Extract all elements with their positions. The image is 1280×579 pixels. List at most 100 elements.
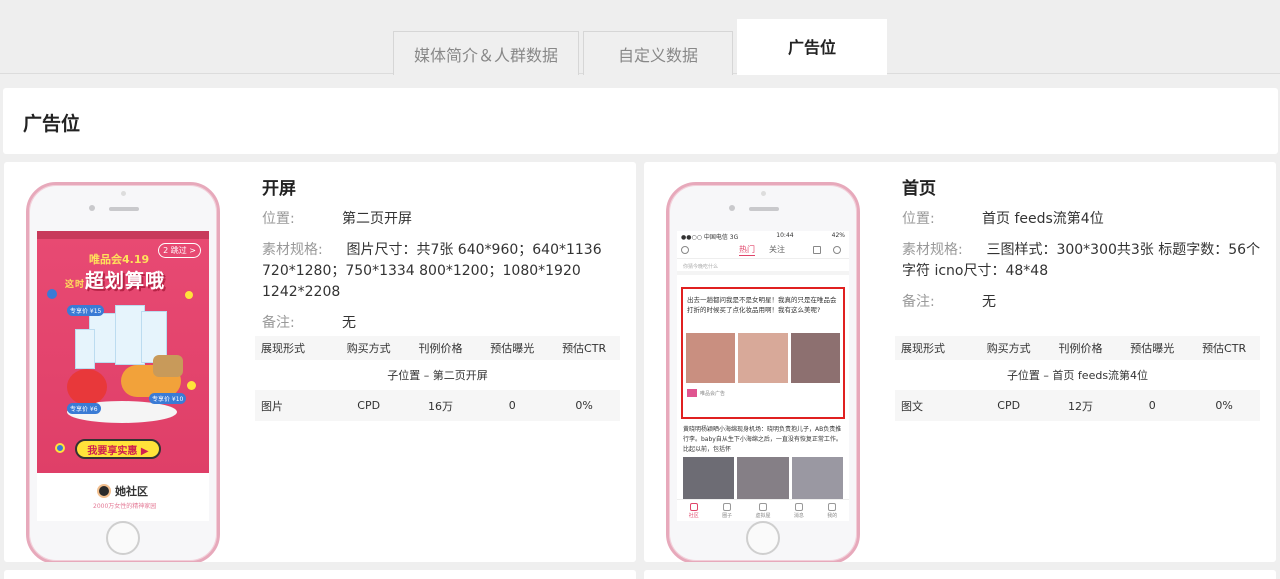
nav-messages: 消息 <box>794 502 804 519</box>
splash-brand: 唯品会4.19 <box>89 253 150 266</box>
app-slogan: 2000万女性的精神家园 <box>93 503 157 510</box>
bottom-nav: 社区 圈子 虚拟屋 消息 我的 <box>677 499 849 521</box>
ad-card-next <box>4 570 636 579</box>
ad-footer: 唯品会广告 <box>683 383 843 403</box>
phone-mockup: 2 跳过 > 唯品会4.19 这时超划算哦 专享价 ¥15 专享价 ¥6 专享价… <box>26 182 220 562</box>
home-button <box>746 521 780 555</box>
note-row: 备注: 无 <box>902 292 1262 313</box>
ad-post-text: 出去一趟都问我是不是女明星！我真的只是在唯品会打折的时候买了点化妆品用啊！我有这… <box>687 296 837 314</box>
tab-ad-slots[interactable]: 广告位 <box>737 19 887 75</box>
phone-speaker <box>109 207 139 211</box>
note-label: 备注: <box>902 294 935 310</box>
circle-icon <box>723 502 732 511</box>
splash-cta-button: 我要享实惠 ▶ <box>75 439 161 459</box>
col-purchase-method: 购买方式 <box>346 342 391 355</box>
decor-dot <box>187 381 196 390</box>
spec-label: 素材规格: <box>902 242 963 258</box>
col-list-price: 刊例价格 <box>418 342 463 355</box>
tab-media-intro[interactable]: 媒体简介＆人群数据 <box>393 31 579 75</box>
nav-me: 我的 <box>827 502 837 519</box>
feed-user-row: 你猜今晚吃什么 <box>677 259 849 275</box>
pricing-table: 展现形式 购买方式 刊例价格 预估曝光 预估CTR 子位置 – 第二页开屏 图片… <box>255 336 620 421</box>
position-value: 第二页开屏 <box>342 211 412 227</box>
ad-image <box>686 333 736 383</box>
nav-community: 社区 <box>689 502 699 519</box>
home-button <box>106 521 140 555</box>
ad-title: 首页 <box>902 179 936 199</box>
phone-sensor <box>121 191 126 196</box>
ad-card-homepage: ●●○○ 中国电信 3G 10:44 42% 热门 关注 你猜今晚吃什么 出去一… <box>644 162 1276 562</box>
app-logo: 她社区 <box>97 483 148 499</box>
splash-footer: 她社区 2000万女性的精神家园 <box>37 473 209 521</box>
splash-ad-image: 2 跳过 > 唯品会4.19 这时超划算哦 专享价 ¥15 专享价 ¥6 专享价… <box>37 231 209 473</box>
sub-position-row: 子位置 – 首页 feeds流第4位 <box>895 360 1260 390</box>
ad-card-next <box>644 570 1276 579</box>
feed-navbar: 热门 关注 <box>677 241 849 259</box>
col-est-ctr: 预估CTR <box>1202 342 1247 355</box>
snack-image <box>153 355 183 377</box>
sub-position-row: 子位置 – 第二页开屏 <box>255 360 620 390</box>
col-est-ctr: 预估CTR <box>562 342 607 355</box>
section-title: 广告位 <box>23 113 81 135</box>
post-image <box>737 457 789 499</box>
ad-image <box>738 333 788 383</box>
col-est-exposure: 预估曝光 <box>1130 342 1175 355</box>
splash-screen-preview: 2 跳过 > 唯品会4.19 这时超划算哦 专享价 ¥15 专享价 ¥6 专享价… <box>37 231 209 521</box>
col-display-format: 展现形式 <box>901 342 945 355</box>
message-icon <box>794 502 803 511</box>
decor-dot <box>47 289 57 299</box>
note-value: 无 <box>342 315 356 331</box>
spec-row: 素材规格: 三图样式：300*300共3张 标题字数：56个字符 icno尺寸：… <box>902 240 1262 282</box>
phone-sensor <box>761 191 766 196</box>
ad-card-splash: 2 跳过 > 唯品会4.19 这时超划算哦 专享价 ¥15 专享价 ¥6 专享价… <box>4 162 636 562</box>
post-image <box>791 457 843 499</box>
refresh-icon <box>833 245 841 254</box>
table-row: 图片 CPD 16万 0 0% <box>255 390 620 421</box>
table-header: 展现形式 购买方式 刊例价格 预估曝光 预估CTR <box>255 336 620 360</box>
col-est-exposure: 预估曝光 <box>490 342 535 355</box>
col-purchase-method: 购买方式 <box>986 342 1031 355</box>
phone-camera <box>89 205 95 211</box>
skip-badge: 2 跳过 > <box>158 243 201 258</box>
decor-dot <box>55 443 65 453</box>
position-label: 位置: <box>262 211 295 227</box>
position-row: 位置: 首页 feeds流第4位 <box>902 209 1262 230</box>
community-icon <box>689 502 698 511</box>
ad-brand-icon <box>687 389 697 397</box>
splash-headline: 这时超划算哦 <box>65 270 166 292</box>
spec-row: 素材规格: 图片尺寸：共7张 640*960；640*1136 720*1280… <box>262 240 622 303</box>
ad-info: 开屏 位置: 第二页开屏 素材规格: 图片尺寸：共7张 640*960；640*… <box>262 174 622 344</box>
tab-custom-data[interactable]: 自定义数据 <box>583 31 733 75</box>
phone-camera <box>729 205 735 211</box>
nav-house: 虚拟屋 <box>755 502 770 519</box>
price-tag: 专享价 ¥10 <box>149 393 187 404</box>
phone-mockup: ●●○○ 中国电信 3G 10:44 42% 热门 关注 你猜今晚吃什么 出去一… <box>666 182 860 562</box>
feed-screen-preview: ●●○○ 中国电信 3G 10:44 42% 热门 关注 你猜今晚吃什么 出去一… <box>677 231 849 521</box>
feed-ad-highlight: 出去一趟都问我是不是女明星！我真的只是在唯品会打折的时候买了点化妆品用啊！我有这… <box>681 287 845 419</box>
phone-speaker <box>749 207 779 211</box>
price-tag: 专享价 ¥6 <box>67 403 101 414</box>
table-header: 展现形式 购买方式 刊例价格 预估曝光 预估CTR <box>895 336 1260 360</box>
feed-post-text: 黄晓明杨颖晒小海绵现身机场：晓明负责抱儿子，AB负责推行李。baby自从生下小海… <box>683 426 842 453</box>
position-row: 位置: 第二页开屏 <box>262 209 622 230</box>
user-icon <box>828 502 837 511</box>
ad-info: 首页 位置: 首页 feeds流第4位 素材规格: 三图样式：300*300共3… <box>902 174 1262 323</box>
menu-icon <box>681 245 689 254</box>
camera-icon <box>758 502 767 511</box>
ad-title: 开屏 <box>262 179 296 199</box>
col-list-price: 刊例价格 <box>1058 342 1103 355</box>
position-label: 位置: <box>902 211 935 227</box>
ad-image <box>790 333 840 383</box>
ad-image-row <box>683 333 843 383</box>
edit-icon <box>813 245 821 254</box>
feed-post-images <box>683 457 843 499</box>
tab-hot: 热门 <box>739 244 755 256</box>
strawberry-image <box>67 369 107 405</box>
section-header: 广告位 <box>3 88 1278 154</box>
nav-circle: 圈子 <box>722 502 732 519</box>
position-value: 首页 feeds流第4位 <box>982 211 1104 227</box>
pricing-table: 展现形式 购买方式 刊例价格 预估曝光 预估CTR 子位置 – 首页 feeds… <box>895 336 1260 421</box>
tab-bar: 媒体简介＆人群数据 自定义数据 广告位 <box>0 0 1280 75</box>
post-image <box>683 457 735 499</box>
spec-label: 素材规格: <box>262 242 323 258</box>
